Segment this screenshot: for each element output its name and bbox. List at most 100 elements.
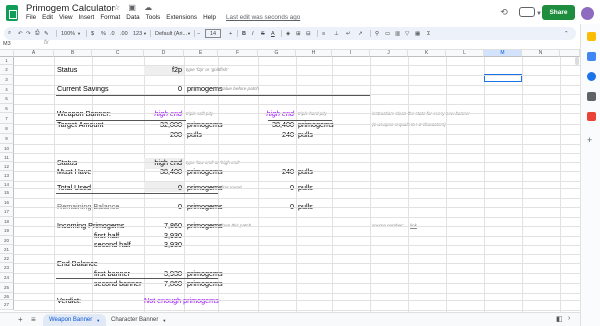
row-header[interactable]: 27 bbox=[0, 300, 14, 310]
verdict-label[interactable]: Verdict: bbox=[57, 296, 81, 307]
all-sheets-button[interactable]: ≡ bbox=[31, 315, 36, 324]
second-banner-unit[interactable]: primogems bbox=[187, 279, 223, 290]
maps-icon[interactable] bbox=[587, 112, 596, 121]
column-header[interactable]: G bbox=[258, 50, 296, 57]
row-header[interactable]: 16 bbox=[0, 198, 14, 207]
row-header[interactable]: 6 bbox=[0, 104, 14, 113]
row-header[interactable]: 7 bbox=[0, 113, 14, 124]
row-header[interactable]: 3 bbox=[0, 75, 14, 85]
calendar-icon[interactable] bbox=[587, 32, 596, 41]
menu-edit[interactable]: Edit bbox=[42, 14, 53, 24]
row-header[interactable]: 5 bbox=[0, 94, 14, 104]
row-header[interactable]: 13 bbox=[0, 171, 14, 181]
column-header[interactable]: L bbox=[446, 50, 484, 57]
tasks-icon[interactable] bbox=[587, 72, 596, 81]
second-banner-label[interactable]: second banner bbox=[94, 279, 142, 290]
text-rotation-icon[interactable]: ↗ bbox=[358, 27, 363, 40]
target-value-2[interactable]: 38,400 bbox=[258, 120, 294, 131]
tab-weapon-banner[interactable]: Weapon Banner ▼ bbox=[43, 314, 107, 326]
row-header[interactable]: 12 bbox=[0, 162, 14, 171]
filter-views-icon[interactable]: ▦ bbox=[415, 27, 420, 40]
borders-icon[interactable]: ⊞ bbox=[296, 27, 301, 40]
fill-color-icon[interactable]: ◈ bbox=[286, 27, 290, 40]
add-ons-plus-icon[interactable]: + bbox=[587, 136, 596, 145]
column-header[interactable]: I bbox=[332, 50, 370, 57]
zoom-select[interactable]: 100% bbox=[61, 27, 75, 40]
weapon-note-2[interactable]: triple hard pity bbox=[298, 109, 327, 120]
column-header[interactable]: D bbox=[144, 50, 184, 57]
column-header[interactable]: N bbox=[522, 50, 560, 57]
status-label[interactable]: Status bbox=[57, 65, 77, 76]
row-header[interactable]: 4 bbox=[0, 85, 14, 94]
row-header[interactable]: 22 bbox=[0, 254, 14, 263]
percent-format-button[interactable]: % bbox=[101, 27, 106, 40]
add-sheet-button[interactable]: + bbox=[18, 315, 23, 324]
must-have-unit[interactable]: primogems bbox=[187, 167, 223, 178]
font-size-input[interactable]: 14 bbox=[205, 29, 222, 38]
menu-insert[interactable]: Insert bbox=[79, 14, 95, 24]
row-header[interactable]: 23 bbox=[0, 263, 14, 273]
row-header[interactable]: 17 bbox=[0, 207, 14, 217]
verdict-value[interactable]: Not enough primogems bbox=[144, 296, 219, 307]
chevron-down-icon[interactable]: ▼ bbox=[162, 318, 166, 323]
column-header[interactable]: E bbox=[184, 50, 218, 57]
row-header[interactable]: 19 bbox=[0, 226, 14, 236]
status-value[interactable]: f2p bbox=[144, 65, 182, 76]
insert-comment-icon[interactable]: ▭ bbox=[385, 27, 390, 40]
row-header[interactable]: 15 bbox=[0, 188, 14, 198]
first-banner-unit[interactable]: primogems bbox=[187, 269, 223, 280]
chevron-down-icon[interactable]: ▼ bbox=[143, 27, 147, 40]
must-have-label[interactable]: Must Have bbox=[57, 167, 91, 178]
merge-cells-icon[interactable]: ⊟ bbox=[306, 27, 311, 40]
column-header[interactable]: K bbox=[408, 50, 446, 57]
last-edit-link[interactable]: Last edit was seconds ago bbox=[226, 14, 300, 24]
align-horizontal-icon[interactable]: ≡ bbox=[322, 27, 325, 40]
text-color-button[interactable]: A bbox=[271, 27, 275, 40]
paint-format-icon[interactable]: ✎ bbox=[44, 27, 49, 40]
must-have-pulls-unit[interactable]: pulls bbox=[298, 167, 313, 178]
functions-icon[interactable]: Σ bbox=[427, 27, 430, 40]
tab-character-banner[interactable]: Character Banner ▼ bbox=[105, 314, 172, 326]
pulls-value-2[interactable]: 240 bbox=[258, 130, 294, 141]
weapon-note-1[interactable]: triple soft pity bbox=[186, 109, 213, 120]
sheets-logo-icon[interactable] bbox=[6, 5, 18, 21]
menu-file[interactable]: File bbox=[26, 14, 36, 24]
status-note[interactable]: type 'f2p' or 'goldfish' bbox=[186, 65, 228, 76]
column-header-selected[interactable]: M bbox=[484, 50, 522, 57]
menu-tools[interactable]: Tools bbox=[146, 14, 161, 24]
keep-icon[interactable] bbox=[587, 52, 596, 61]
menu-help[interactable]: Help bbox=[203, 14, 216, 24]
currency-format-button[interactable]: $ bbox=[91, 27, 94, 40]
font-select[interactable]: Default (Ari... bbox=[155, 27, 187, 40]
increase-decimal-button[interactable]: .00 bbox=[120, 27, 128, 40]
spreadsheet-grid[interactable]: A B C D E F G H I J K L M N 1 2 3 4 5 6 7 8 9 10 1… bbox=[0, 50, 580, 312]
text-wrap-icon[interactable]: ↵ bbox=[346, 27, 351, 40]
share-button[interactable]: Share bbox=[542, 5, 575, 20]
row-header[interactable]: 8 bbox=[0, 124, 14, 134]
column-header[interactable]: C bbox=[92, 50, 144, 57]
column-header[interactable]: J bbox=[370, 50, 408, 57]
second-banner-value[interactable]: 7,860 bbox=[144, 279, 182, 290]
star-move-cloud-icons[interactable]: ☆ ▣ ☁ bbox=[113, 3, 155, 12]
chevron-down-icon[interactable]: ▼ bbox=[187, 27, 191, 40]
search-menus-icon[interactable]: ⌕ bbox=[8, 27, 11, 40]
weapon-tier-2[interactable]: high end bbox=[258, 109, 294, 120]
explore-icon[interactable]: ◧ bbox=[556, 315, 563, 323]
row-header[interactable]: 9 bbox=[0, 134, 14, 144]
menu-format[interactable]: Format bbox=[100, 14, 120, 24]
menu-data[interactable]: Data bbox=[126, 14, 139, 24]
name-box[interactable]: M3 bbox=[3, 41, 11, 47]
chevron-down-icon[interactable]: ▼ bbox=[77, 27, 81, 40]
end-balance-label[interactable]: End Balance bbox=[57, 259, 98, 270]
font-size-decrease-button[interactable]: − bbox=[197, 27, 200, 40]
pulls-value-1[interactable]: 200 bbox=[144, 130, 182, 141]
pulls-unit-2[interactable]: pulls bbox=[298, 130, 313, 141]
chevron-down-icon[interactable]: ▼ bbox=[96, 318, 100, 323]
select-all-corner[interactable] bbox=[0, 50, 14, 57]
first-banner-label[interactable]: first banner bbox=[94, 269, 130, 280]
contacts-icon[interactable] bbox=[587, 92, 596, 101]
weapon-tier-1[interactable]: high end bbox=[144, 109, 182, 120]
row-header[interactable]: 25 bbox=[0, 283, 14, 293]
decrease-decimal-button[interactable]: .0 bbox=[110, 27, 115, 40]
insert-link-icon[interactable]: ⚲ bbox=[375, 27, 379, 40]
